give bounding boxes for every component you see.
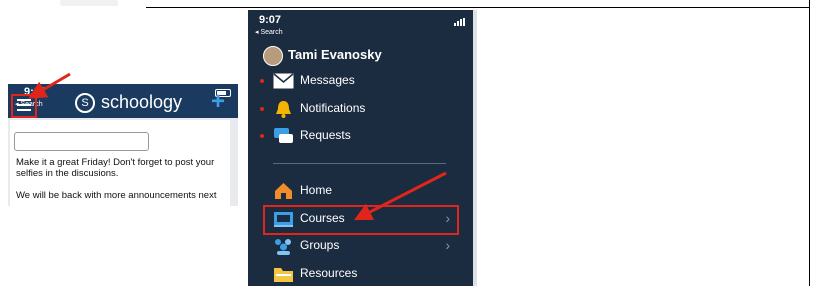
- annotation-arrows: [28, 72, 447, 221]
- arrow-to-courses-icon: [353, 171, 447, 221]
- arrow-to-menu-icon: [28, 72, 71, 99]
